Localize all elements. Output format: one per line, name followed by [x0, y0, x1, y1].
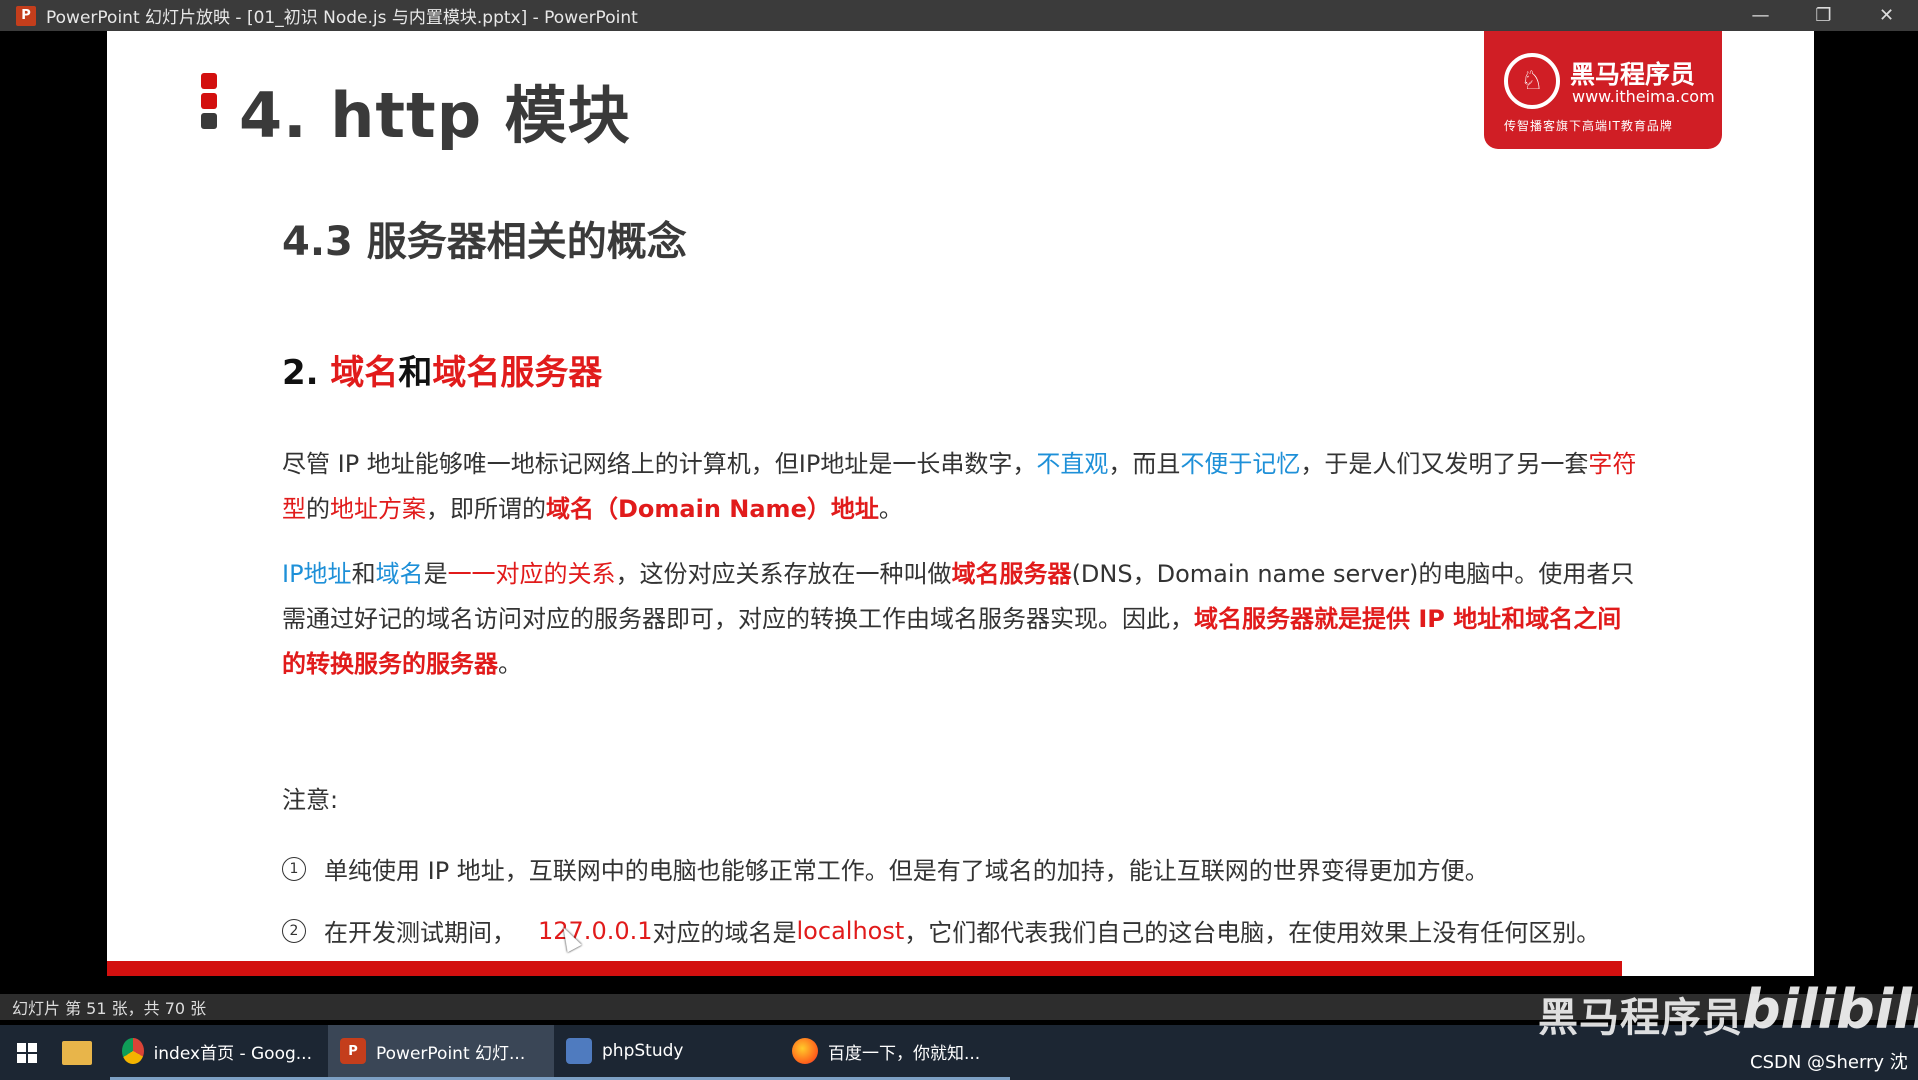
highlight-red: localhost — [796, 916, 905, 945]
text-run: 和 — [351, 560, 376, 588]
note-text: 在开发测试期间， — [324, 919, 516, 947]
text-run: 的 — [306, 495, 330, 523]
firefox-icon — [792, 1038, 818, 1064]
slide-footer-bar — [107, 961, 1622, 976]
note-title: 注意: — [282, 786, 339, 814]
slide-subtitle: 4.3 服务器相关的概念 — [282, 219, 687, 265]
chrome-icon — [122, 1038, 144, 1064]
logo-name: 黑马程序员 — [1570, 60, 1696, 89]
text-run: ，而且 — [1108, 450, 1181, 478]
marker-dot — [201, 93, 217, 109]
highlight-red-bold: 域名服务器 — [951, 560, 1072, 588]
text-run: 尽管 IP 地址能够唯一地标记网络上的计算机，但IP地址是一长串数字， — [282, 450, 1037, 478]
paragraph-1: 尽管 IP 地址能够唯一地标记网络上的计算机，但IP地址是一长串数字，不直观，而… — [282, 442, 1642, 532]
horse-logo-icon: ♘ — [1504, 53, 1560, 109]
logo-slogan: 传智播客旗下高端IT教育品牌 — [1504, 119, 1673, 133]
section-heading: 2. 域名和域名服务器 — [282, 345, 602, 394]
highlight-blue: IP地址 — [282, 560, 352, 588]
window-title: PowerPoint 幻灯片放映 - [01_初识 Node.js 与内置模块.… — [46, 8, 638, 28]
slide-title: 4. http 模块 — [239, 79, 631, 152]
heading-part2: 域名服务器 — [432, 353, 603, 393]
note-text: 对应的域名是 — [652, 919, 797, 947]
title-marker-icon — [201, 73, 217, 133]
close-button[interactable]: ✕ — [1855, 0, 1918, 31]
taskbar-item-phpstudy[interactable]: phpStudy — [554, 1025, 780, 1080]
slide-canvas[interactable]: 4. http 模块 ♘ 黑马程序员 www.itheima.com 传智播客旗… — [107, 31, 1814, 976]
phpstudy-icon — [566, 1038, 592, 1064]
text-run: ，于是人们又发明了另一套 — [1300, 450, 1589, 478]
heading-and: 和 — [398, 353, 433, 393]
taskbar-item-label: index首页 - Goog... — [153, 1043, 312, 1064]
note-item-2: 2 在开发测试期间， 127.0.0.1 对应的域名是 localhost ，它们都… — [282, 913, 1600, 948]
highlight-red-bold: 域名（Domain Name）地址 — [546, 495, 879, 523]
circled-number: 2 — [282, 918, 306, 943]
text-run: 是 — [423, 560, 448, 588]
taskbar-item-firefox[interactable]: 百度一下，你就知... — [780, 1025, 1010, 1080]
circled-number: 1 — [282, 856, 306, 881]
highlight-blue: 域名 — [375, 560, 424, 588]
highlight-red: 一一对应的关系 — [447, 560, 616, 588]
csdn-watermark: CSDN @Sherry 沈 — [1750, 1052, 1908, 1073]
itheima-logo: ♘ 黑马程序员 www.itheima.com 传智播客旗下高端IT教育品牌 — [1484, 31, 1722, 149]
text-run: 。 — [878, 495, 903, 523]
note-text: ，它们都代表我们自己的这台电脑，在使用效果上没有任何区别。 — [904, 919, 1601, 947]
note-text: 单纯使用 IP 地址，互联网中的电脑也能够正常工作。但是有了域名的加持，能让互联… — [324, 857, 1489, 885]
marker-dot — [201, 113, 217, 129]
text-run: 。 — [498, 650, 522, 678]
taskbar-item-label: PowerPoint 幻灯... — [376, 1043, 526, 1064]
heading-number: 2. — [282, 353, 331, 393]
window-controls: — ❐ ✕ — [1729, 0, 1918, 31]
taskbar-item-chrome[interactable]: index首页 - Goog... — [110, 1025, 328, 1080]
itheima-watermark: 黑马程序员 — [1538, 995, 1743, 1041]
restore-button[interactable]: ❐ — [1792, 0, 1855, 31]
paragraph-2: IP地址和域名是一一对应的关系，这份对应关系存放在一种叫做域名服务器(DNS，D… — [282, 552, 1642, 687]
powerpoint-icon: P — [340, 1038, 366, 1064]
highlight-red: 地址方案 — [330, 495, 426, 523]
slide-count: 幻灯片 第 51 张，共 70 张 — [12, 999, 207, 1018]
heading-part1: 域名 — [330, 353, 399, 393]
text-run: ，即所谓的 — [426, 495, 546, 523]
windows-icon — [17, 1042, 37, 1063]
powerpoint-app-icon: P — [16, 5, 36, 26]
logo-url: www.itheima.com — [1572, 87, 1715, 106]
marker-dot — [201, 73, 217, 89]
note-item-1: 1 单纯使用 IP 地址，互联网中的电脑也能够正常工作。但是有了域名的加持，能让… — [282, 851, 1489, 886]
bilibili-logo: bilibili — [1742, 978, 1918, 1041]
taskbar-item-label: phpStudy — [602, 1041, 684, 1061]
highlight-blue: 不便于记忆 — [1180, 450, 1301, 478]
file-explorer-icon[interactable] — [62, 1040, 92, 1065]
start-button[interactable] — [0, 1025, 54, 1080]
window-titlebar: P PowerPoint 幻灯片放映 - [01_初识 Node.js 与内置模… — [0, 0, 1918, 31]
text-run: ，这份对应关系存放在一种叫做 — [615, 560, 952, 588]
taskbar-item-powerpoint[interactable]: P PowerPoint 幻灯... — [328, 1025, 554, 1080]
minimize-button[interactable]: — — [1729, 0, 1792, 31]
taskbar-item-label: 百度一下，你就知... — [828, 1043, 981, 1064]
slide-footer-gap — [1622, 961, 1814, 976]
highlight-blue: 不直观 — [1036, 450, 1109, 478]
